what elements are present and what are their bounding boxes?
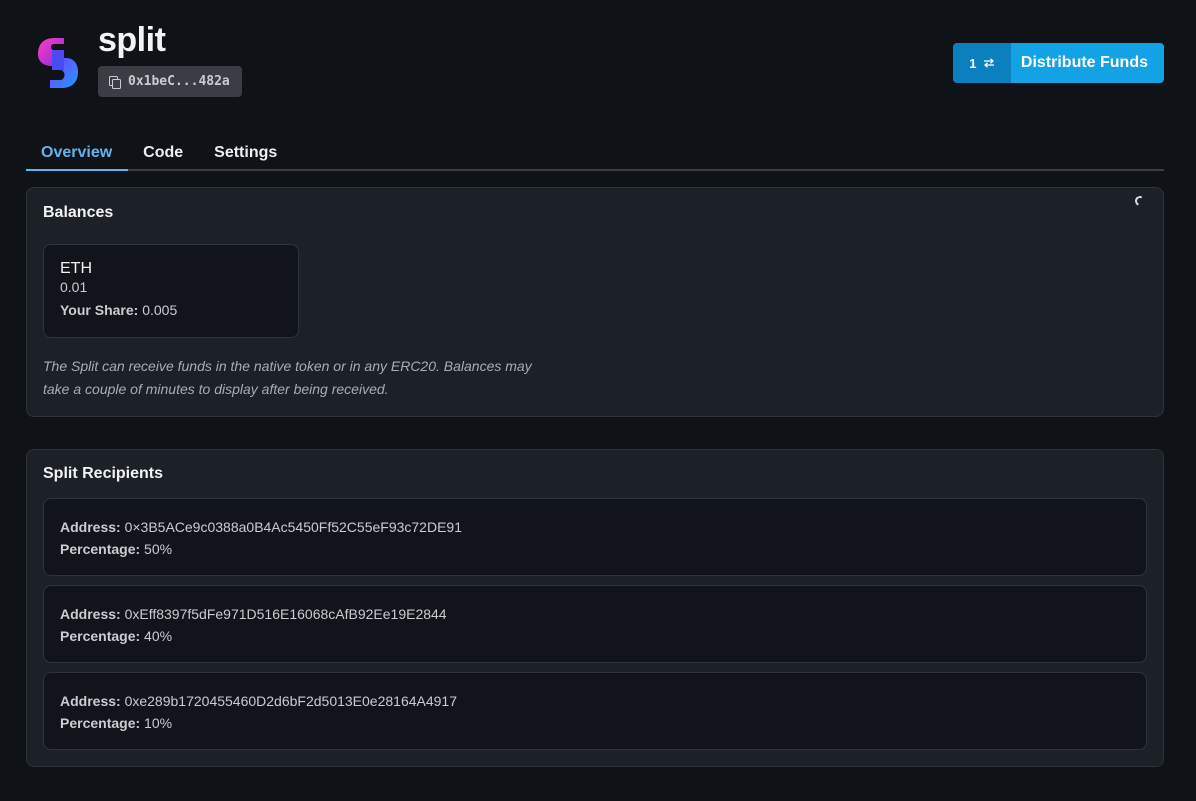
your-share-label: Your Share: [60,302,139,318]
percentage-label: Percentage: [60,628,141,644]
balances-card: Balances ETH 0.01 Your Share: 0.005 The … [26,187,1164,417]
address-value[interactable]: 0xe289b1720455460D2d6bF2d5013E0e28164A49… [125,693,457,709]
token-symbol: ETH [60,260,92,277]
percentage-label: Percentage: [60,541,141,557]
address-label: Address: [60,693,121,709]
recipient-item: Address: 0xEff8397f5dFe971D516E16068cAfB… [43,585,1147,663]
recipient-percentage: Percentage: 50% [60,538,1130,560]
recipient-address: Address: 0xEff8397f5dFe971D516E16068cAfB… [60,603,1130,625]
address-value[interactable]: 0×3B5ACe9c0388a0B4Ac5450Ff52C55eF93c72DE… [125,519,462,535]
token-balance-card: ETH 0.01 Your Share: 0.005 [43,244,299,338]
tab-overview[interactable]: Overview [26,137,129,171]
recipient-percentage: Percentage: 40% [60,625,1130,647]
address-label: Address: [60,519,121,535]
distribute-funds-button[interactable]: 1 Distribute Funds [952,43,1164,83]
your-share-value: 0.005 [142,302,178,318]
swap-arrows-icon [983,58,994,68]
tab-bar: Overview Code Settings [26,137,1164,171]
header: split 0x1beC...482a 1 Distribute Funds [26,22,1164,102]
split-logo [38,38,78,88]
address-value[interactable]: 0xEff8397f5dFe971D516E16068cAfB92Ee19E28… [125,606,447,622]
recipient-address: Address: 0×3B5ACe9c0388a0B4Ac5450Ff52C55… [60,516,1130,538]
split-recipients-card: Split Recipients Address: 0×3B5ACe9c0388… [26,449,1164,767]
balances-note: The Split can receive funds in the nativ… [43,358,532,397]
tab-settings[interactable]: Settings [199,137,293,169]
percentage-value: 10% [144,715,173,731]
distribute-count: 1 [969,55,977,71]
distribute-count-badge: 1 [952,43,1011,83]
address-label: Address: [60,606,121,622]
recipient-item: Address: 0xe289b1720455460D2d6bF2d5013E0… [43,672,1147,750]
page-title: split [98,21,166,59]
percentage-value: 40% [144,628,173,644]
tab-code[interactable]: Code [128,137,199,169]
percentage-value: 50% [144,541,173,557]
spinner-icon [1133,194,1147,208]
your-share: Your Share: 0.005 [60,301,282,319]
recipients-title: Split Recipients [43,465,164,482]
balances-title: Balances [43,204,114,221]
token-amount: 0.01 [60,279,88,295]
split-page: split 0x1beC...482a 1 Distribute Funds O… [0,0,1196,801]
address-short: 0x1beC...482a [128,74,230,89]
recipient-item: Address: 0×3B5ACe9c0388a0B4Ac5450Ff52C55… [43,498,1147,576]
recipient-address: Address: 0xe289b1720455460D2d6bF2d5013E0… [60,690,1130,712]
copy-icon [109,75,121,89]
recipient-percentage: Percentage: 10% [60,712,1130,734]
distribute-label: Distribute Funds [1010,43,1164,83]
copy-address-button[interactable]: 0x1beC...482a [98,66,242,97]
percentage-label: Percentage: [60,715,141,731]
